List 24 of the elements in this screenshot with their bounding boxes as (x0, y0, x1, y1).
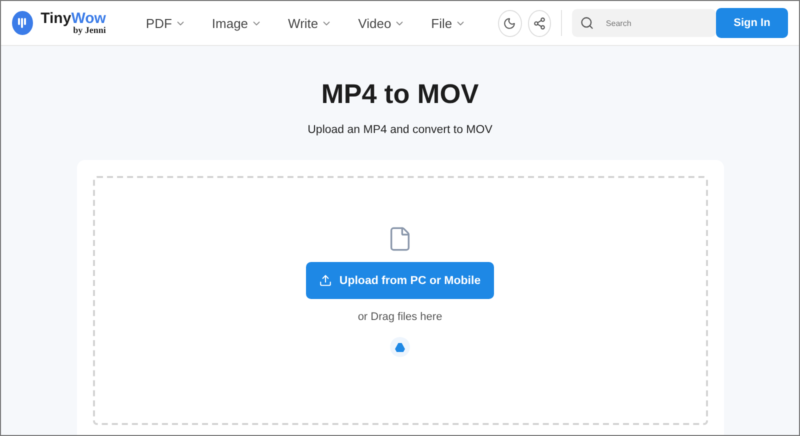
moon-icon (503, 16, 516, 30)
nav-menu-item[interactable]: File (431, 16, 466, 30)
upload-icon (319, 274, 332, 287)
brand-byline: by Jenni (73, 26, 106, 35)
brand-name: TinyWow (40, 11, 106, 26)
drag-hint: or Drag files here (358, 311, 442, 323)
upload-button[interactable]: Upload from PC or Mobile (306, 262, 494, 299)
search-input[interactable]: Search (604, 18, 708, 28)
search-field[interactable]: Search (572, 9, 716, 37)
nav-menu-item[interactable]: PDF (146, 16, 186, 30)
drop-zone[interactable]: Upload from PC or Mobile or Drag files here (92, 176, 708, 425)
page-title: MP4 to MOV (321, 79, 479, 110)
drive-icon (395, 342, 405, 352)
logo-icon[interactable] (12, 11, 33, 35)
dark-mode-button[interactable] (498, 10, 522, 36)
nav-menu-item[interactable]: Write (288, 16, 332, 30)
share-icon (532, 16, 546, 30)
nav-menu-item[interactable]: Video (358, 16, 406, 30)
sign-in-button[interactable]: Sign In (716, 8, 788, 38)
share-button[interactable] (528, 10, 552, 36)
search-icon (580, 16, 594, 30)
nav-menu-item[interactable]: Image (212, 16, 262, 30)
page-subtitle: Upload an MP4 and convert to MOV (308, 124, 492, 136)
cloud-drive-button[interactable] (390, 337, 410, 357)
